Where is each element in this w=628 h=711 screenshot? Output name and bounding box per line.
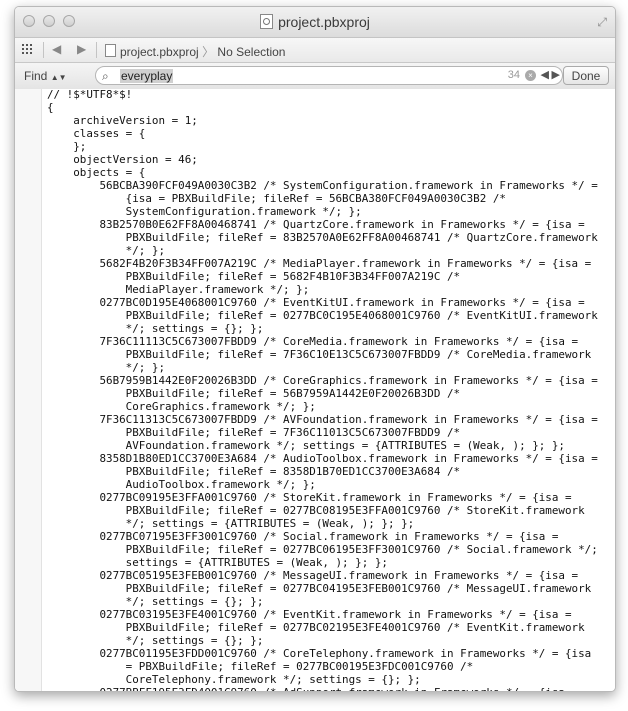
window-title-text: project.pbxproj xyxy=(278,14,370,30)
code-line[interactable]: PBXBuildFile; fileRef = 0277BC0C195E4068… xyxy=(47,309,598,322)
code-line[interactable]: 0277BC0D195E4068001C9760 /* EventKitUI.f… xyxy=(47,296,598,309)
code-line[interactable]: 0277BC05195E3FEB001C9760 /* MessageUI.fr… xyxy=(47,569,598,582)
search-field[interactable]: ⌕ everyplay 34 × ◀ ▶ xyxy=(95,66,563,85)
code-line[interactable]: PBXBuildFile; fileRef = 0277BC04195E3FEB… xyxy=(47,582,598,595)
code-line[interactable]: */; settings = {}; }; xyxy=(47,634,598,647)
code-line[interactable]: 7F36C11313C5C673007FBDD9 /* AVFoundation… xyxy=(47,413,597,426)
code-line[interactable]: 7F36C11113C5C673007FBDD9 /* CoreMedia.fr… xyxy=(47,335,598,348)
code-line[interactable]: CoreTelephony.framework */; settings = {… xyxy=(47,673,598,686)
fullscreen-icon[interactable]: ⤢ xyxy=(597,15,607,30)
code-line[interactable]: AudioToolbox.framework */; }; xyxy=(47,478,598,491)
code-line[interactable]: 83B2570B0E62FF8A00468741 /* QuartzCore.f… xyxy=(47,218,598,231)
code-line[interactable]: 5682F4B20F3B34FF007A219C /* MediaPlayer.… xyxy=(47,257,598,270)
document-icon xyxy=(105,44,116,57)
code-line[interactable]: PBXBuildFile; fileRef = 0277BC02195E3FE4… xyxy=(47,621,598,634)
updown-chevron-icon: ▲▼ xyxy=(50,73,67,82)
code-line[interactable]: objects = { xyxy=(47,166,598,179)
code-line[interactable]: 8358D1B80ED1CC3700E3A684 /* AudioToolbox… xyxy=(47,452,597,465)
code-line[interactable]: PBXBuildFile; fileRef = 7F36C11013C5C673… xyxy=(47,426,598,439)
code-line[interactable]: */; settings = {}; }; xyxy=(47,595,598,608)
done-button[interactable]: Done xyxy=(563,66,609,85)
code-line[interactable]: PBXBuildFile; fileRef = 5682F4B10F3B34FF… xyxy=(47,270,598,283)
source-editor[interactable]: // !$*UTF8*$!{ archiveVersion = 1; class… xyxy=(15,88,615,691)
code-line[interactable]: }; xyxy=(47,140,598,153)
divider xyxy=(43,42,44,58)
code-line[interactable]: 0277BC03195E3FE4001C9760 /* EventKit.fra… xyxy=(47,608,598,621)
code-line[interactable]: 56BCBA390FCF049A0030C3B2 /* SystemConfig… xyxy=(47,179,597,192)
code-text[interactable]: // !$*UTF8*$!{ archiveVersion = 1; class… xyxy=(47,88,598,691)
divider xyxy=(96,42,97,58)
line-gutter[interactable] xyxy=(15,89,42,691)
editor-window: project.pbxproj ⤢ ◀ ▶ project.pbxproj 〉 … xyxy=(14,6,616,692)
code-line[interactable]: 0277BC01195E3FDD001C9760 /* CoreTelephon… xyxy=(47,647,598,660)
code-line[interactable]: PBXBuildFile; fileRef = 83B2570A0E62FF8A… xyxy=(47,231,598,244)
find-mode-popup[interactable]: Find ▲▼ xyxy=(24,69,67,83)
code-line[interactable]: = PBXBuildFile; fileRef = 0277BC00195E3F… xyxy=(47,660,598,673)
code-line[interactable]: // !$*UTF8*$! xyxy=(47,88,598,101)
find-bar: Find ▲▼ ⌕ everyplay 34 × ◀ ▶ Done xyxy=(15,63,615,90)
code-line[interactable]: */; settings = {}; }; xyxy=(47,322,598,335)
related-items-icon[interactable] xyxy=(22,44,34,55)
code-line[interactable]: */; }; xyxy=(47,361,598,374)
code-line[interactable]: PBXBuildFile; fileRef = 0277BC06195E3FF3… xyxy=(47,543,598,556)
code-line[interactable]: settings = {ATTRIBUTES = (Weak, ); }; }; xyxy=(47,556,598,569)
back-arrow-icon[interactable]: ◀ xyxy=(52,42,61,56)
code-line[interactable]: CoreGraphics.framework */; }; xyxy=(47,400,598,413)
code-line[interactable]: { xyxy=(47,101,598,114)
search-icon[interactable]: ⌕ xyxy=(102,69,109,84)
breadcrumb-file[interactable]: project.pbxproj xyxy=(120,45,199,59)
match-count: 34 xyxy=(507,69,520,81)
title-bar: project.pbxproj ⤢ xyxy=(15,7,615,38)
previous-match-icon[interactable]: ◀ xyxy=(541,68,549,81)
breadcrumb[interactable]: project.pbxproj 〉 No Selection xyxy=(105,43,285,60)
breadcrumb-separator: 〉 xyxy=(202,45,215,59)
code-line[interactable]: */; }; xyxy=(47,244,598,257)
jump-bar: ◀ ▶ project.pbxproj 〉 No Selection xyxy=(15,38,615,63)
next-match-icon[interactable]: ▶ xyxy=(552,68,560,81)
code-line[interactable]: 0277BC09195E3FFA001C9760 /* StoreKit.fra… xyxy=(47,491,598,504)
code-line[interactable]: AVFoundation.framework */; settings = {A… xyxy=(47,439,598,452)
code-line[interactable]: objectVersion = 46; xyxy=(47,153,598,166)
code-line[interactable]: MediaPlayer.framework */; }; xyxy=(47,283,598,296)
code-line[interactable]: classes = { xyxy=(47,127,598,140)
code-line[interactable]: {isa = PBXBuildFile; fileRef = 56BCBA380… xyxy=(47,192,598,205)
code-line[interactable]: 56B7959B1442E0F20026B3DD /* CoreGraphics… xyxy=(47,374,597,387)
code-line[interactable]: PBXBuildFile; fileRef = 0277BC08195E3FFA… xyxy=(47,504,598,517)
window-title: project.pbxproj xyxy=(15,14,615,30)
code-line[interactable]: SystemConfiguration.framework */; }; xyxy=(47,205,598,218)
forward-arrow-icon[interactable]: ▶ xyxy=(77,42,86,56)
document-icon xyxy=(260,14,274,29)
search-input[interactable]: everyplay xyxy=(120,69,174,83)
find-mode-label: Find xyxy=(24,69,48,83)
code-line[interactable]: PBXBuildFile; fileRef = 56B7959A1442E0F2… xyxy=(47,387,598,400)
code-line[interactable]: PBXBuildFile; fileRef = 7F36C10E13C5C673… xyxy=(47,348,598,361)
breadcrumb-selection[interactable]: No Selection xyxy=(217,45,285,59)
code-line[interactable]: */; settings = {ATTRIBUTES = (Weak, ); }… xyxy=(47,517,598,530)
code-line[interactable]: PBXBuildFile; fileRef = 8358D1B70ED1CC37… xyxy=(47,465,598,478)
code-line[interactable]: 0277BC07195E3FF3001C9760 /* Social.frame… xyxy=(47,530,598,543)
clear-search-icon[interactable]: × xyxy=(525,70,536,81)
code-line[interactable]: archiveVersion = 1; xyxy=(47,114,598,127)
code-line[interactable]: 0277BBFF195E3FD4001C9760 /* AdSupport.fr… xyxy=(47,686,598,691)
